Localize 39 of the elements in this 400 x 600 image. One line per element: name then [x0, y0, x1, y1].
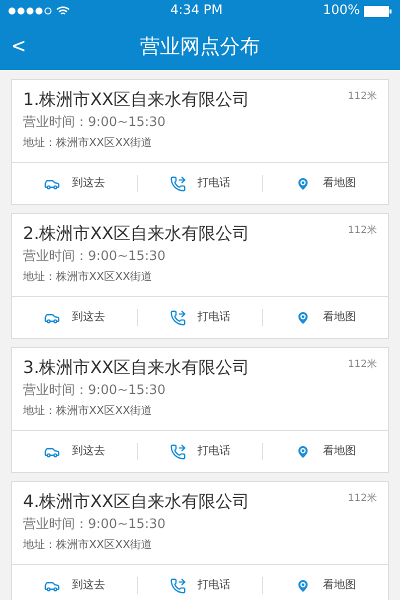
phone-icon: [170, 578, 186, 594]
branch-address: 地址：株洲市XX区XX街道: [23, 537, 154, 553]
action-button[interactable]: 到这去: [44, 309, 105, 326]
business-hours: 营业时间：9:00~15:30: [23, 114, 167, 132]
action-button[interactable]: 看地图: [295, 309, 356, 326]
signal-icon: [8, 7, 52, 15]
distance: 112米: [348, 358, 377, 372]
branch-name: 1.株洲市XX区自来水有限公司: [23, 89, 250, 111]
branch-name: 2.株洲市XX区自来水有限公司: [23, 223, 250, 245]
wifi-icon: [56, 6, 70, 16]
business-hours: 营业时间：9:00~15:30: [23, 382, 167, 400]
phone-icon: [170, 444, 186, 460]
branch-name: 3.株洲市XX区自来水有限公司: [23, 357, 250, 379]
branch-address: 地址：株洲市XX区XX街道: [23, 403, 154, 419]
distance: 112米: [348, 224, 377, 238]
distance: 112米: [348, 90, 377, 104]
battery-icon: [364, 6, 392, 16]
branch-address: 地址：株洲市XX区XX街道: [23, 135, 154, 151]
action-button[interactable]: 到这去: [44, 175, 105, 192]
branch-name: 4.株洲市XX区自来水有限公司: [23, 491, 250, 513]
action-button[interactable]: 看地图: [295, 577, 356, 594]
status-time: 4:34 PM: [170, 2, 223, 20]
business-hours: 营业时间：9:00~15:30: [23, 516, 167, 534]
action-button[interactable]: 打电话: [170, 443, 230, 460]
action-button[interactable]: 到这去: [44, 577, 105, 594]
business-hours: 营业时间：9:00~15:30: [23, 248, 167, 266]
page-title: 营业网点分布: [140, 33, 260, 60]
branch-address: 地址：株洲市XX区XX街道: [23, 269, 154, 285]
action-button[interactable]: 看地图: [295, 443, 356, 460]
action-button[interactable]: 打电话: [170, 577, 230, 594]
phone-icon: [170, 310, 186, 326]
action-button[interactable]: 到这去: [44, 443, 105, 460]
action-button[interactable]: 打电话: [170, 309, 230, 326]
action-button[interactable]: 看地图: [295, 175, 356, 192]
back-button[interactable]: <: [8, 30, 30, 63]
distance: 112米: [348, 492, 377, 506]
phone-icon: [170, 176, 186, 192]
battery-percent: 100%: [322, 2, 360, 20]
action-button[interactable]: 打电话: [170, 175, 230, 192]
